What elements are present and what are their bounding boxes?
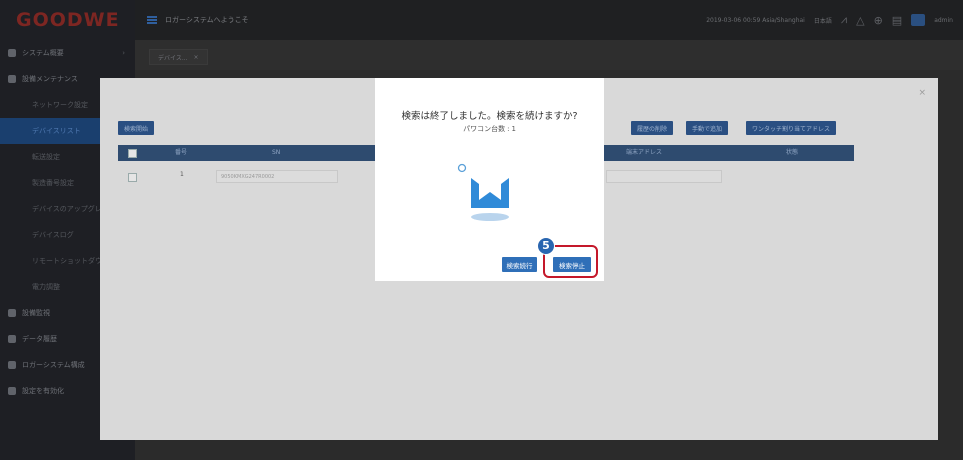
count-separator: : <box>507 125 510 133</box>
inverter-count: パワコン台数:1 <box>375 124 604 134</box>
monitor-icon <box>8 309 16 317</box>
tab-device-list[interactable]: デバイス... × <box>149 49 208 65</box>
close-icon[interactable]: × <box>194 54 199 61</box>
gear-icon <box>8 361 16 369</box>
search-start-button[interactable]: 検索開始 <box>118 121 155 135</box>
sidebar-item-label: システム概要 <box>22 49 64 57</box>
select-all-checkbox[interactable] <box>128 149 137 158</box>
count-label: パワコン台数 <box>463 125 506 133</box>
sidebar-item-label: 設備監視 <box>22 309 50 317</box>
col-header-status: 状態 <box>786 149 799 156</box>
save-icon <box>8 387 16 395</box>
signal-icon[interactable]: ⩘ <box>841 13 847 27</box>
datetime-text: 2019-03-06 00:59 Asia/Shanghai <box>706 16 805 24</box>
document-icon[interactable]: ▤ <box>892 14 902 27</box>
count-value: 1 <box>511 125 516 133</box>
sidebar-item-system-overview[interactable]: システム概要 › <box>0 40 135 66</box>
row-no: 1 <box>180 171 184 178</box>
avatar[interactable] <box>911 14 926 26</box>
sn-field[interactable]: 9050KMXG247R0002 <box>216 170 338 183</box>
welcome-text: ロガーシステムへようこそ <box>165 16 249 24</box>
continue-search-button[interactable]: 検索続行 <box>502 257 537 272</box>
bell-icon[interactable]: △ <box>856 14 864 27</box>
sidebar-item-label: 設備メンテナンス <box>22 75 78 83</box>
sidebar-item-label: ロガーシステム構成 <box>22 361 85 369</box>
tab-label: デバイス... <box>158 54 188 62</box>
delete-history-button[interactable]: 履歴の削除 <box>631 121 674 135</box>
tab-bar: デバイス... × <box>135 40 963 70</box>
row-checkbox[interactable] <box>128 173 137 182</box>
sidebar-item-label: 設定を有効化 <box>22 387 64 395</box>
col-header-no: 番号 <box>175 149 188 156</box>
one-touch-address-button[interactable]: ワンタッチ割り当てアドレス <box>746 121 837 135</box>
username[interactable]: admin <box>934 17 953 24</box>
help-icon[interactable]: ⊕ <box>874 14 883 27</box>
chart-icon <box>8 335 16 343</box>
wrench-icon <box>8 75 16 83</box>
dialog-title: 検索は終了しました。検索を続けますか? <box>401 111 578 122</box>
goodwe-logo: GOODWE <box>16 9 120 31</box>
sidebar-item-label: データ履歴 <box>22 335 57 343</box>
menu-toggle-icon[interactable] <box>147 16 157 24</box>
panel-close-icon[interactable]: × <box>918 88 926 98</box>
header-right: 2019-03-06 00:59 Asia/Shanghai 日本語 ⩘ △ ⊕… <box>706 13 953 27</box>
step-number-badge: 5 <box>537 237 555 255</box>
language-select[interactable]: 日本語 <box>814 16 832 25</box>
loading-spinner-icon <box>457 163 509 221</box>
manual-add-button[interactable]: 手動で追加 <box>686 121 729 135</box>
address-field[interactable] <box>606 170 722 183</box>
top-header: ロガーシステムへようこそ 2019-03-06 00:59 Asia/Shang… <box>135 0 963 40</box>
col-header-address: 端末アドレス <box>626 149 663 156</box>
chevron-right-icon: › <box>122 49 125 57</box>
home-icon <box>8 49 16 57</box>
col-header-sn: SN <box>272 149 281 156</box>
